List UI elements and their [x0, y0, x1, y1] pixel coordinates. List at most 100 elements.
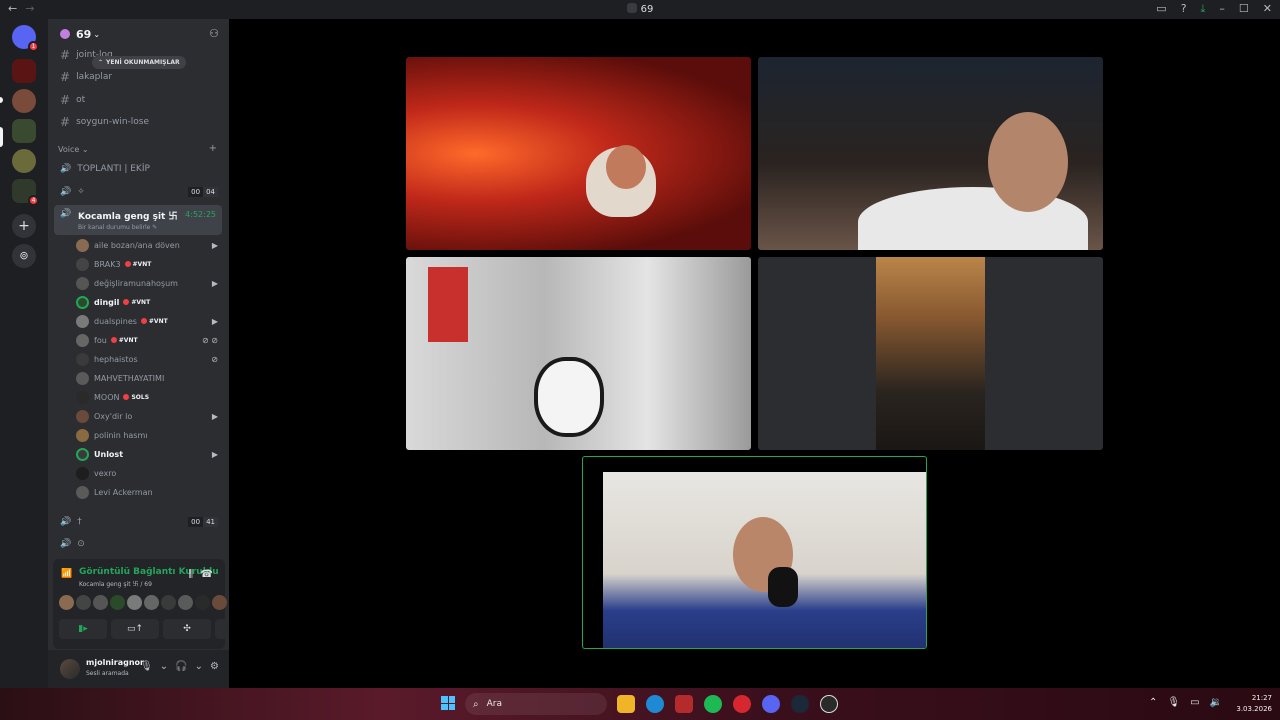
volume-icon[interactable]: 🔉: [1210, 697, 1222, 708]
server-folder-icon[interactable]: 4: [12, 179, 39, 206]
taskbar-search[interactable]: ⌕ Ara: [465, 693, 607, 715]
voice-member[interactable]: BRAK3 #VNT: [76, 255, 222, 274]
channel-status[interactable]: Bir kanal durumu belirle ✎: [78, 224, 157, 231]
minimize-icon[interactable]: –: [1219, 2, 1225, 16]
avatar[interactable]: [212, 595, 227, 610]
camera-button[interactable]: ▮▸: [59, 619, 107, 639]
avatar[interactable]: [127, 595, 142, 610]
avatar[interactable]: [93, 595, 108, 610]
voice-channel[interactable]: 🔊 † 00 41: [54, 512, 222, 532]
voice-member[interactable]: fou #VNT ⊘ ⊘: [76, 331, 222, 350]
headphones-icon[interactable]: 🎧: [175, 661, 187, 672]
avatar[interactable]: [178, 595, 193, 610]
file-explorer-icon[interactable]: [617, 695, 635, 713]
member-name: MOON: [94, 393, 120, 402]
spotify-icon[interactable]: [704, 695, 722, 713]
chevron-down-icon[interactable]: ⌄: [195, 661, 203, 672]
avatar[interactable]: [110, 595, 125, 610]
add-server-icon[interactable]: +: [12, 214, 36, 238]
server-icon[interactable]: [12, 119, 36, 143]
video-icon: ▶: [211, 450, 218, 459]
opera-icon[interactable]: [733, 695, 751, 713]
clock-time: 21:27: [1251, 694, 1272, 702]
avatar[interactable]: [161, 595, 176, 610]
edge-icon[interactable]: [646, 695, 664, 713]
avatar[interactable]: [60, 659, 80, 679]
noise-suppression-icon[interactable]: ⫼: [188, 569, 193, 580]
app-icon[interactable]: [820, 695, 838, 713]
taskbar-clock[interactable]: 21:27 3.03.2026: [1236, 693, 1272, 715]
search-icon: ⌕: [473, 698, 479, 710]
video-tile[interactable]: [406, 257, 751, 450]
avatar[interactable]: [144, 595, 159, 610]
voice-category-label[interactable]: Voice ⌄: [58, 145, 89, 154]
voice-member[interactable]: MAHVETHAYATIMI: [76, 369, 222, 388]
download-icon[interactable]: ⤓: [1201, 2, 1206, 16]
guild-tag: #VNT: [141, 318, 168, 325]
server-icon[interactable]: [12, 59, 36, 83]
invite-people-icon[interactable]: ⚇: [209, 27, 219, 40]
connection-channel[interactable]: Kocamla geng şit 卐 / 69: [79, 579, 152, 588]
screen-share-button[interactable]: ▭↑: [111, 619, 159, 639]
voice-member[interactable]: hephaistos ⊘: [76, 350, 222, 369]
user-count: 00 04: [188, 187, 218, 197]
voice-member[interactable]: dualspines #VNT ▶: [76, 312, 222, 331]
close-icon[interactable]: ✕: [1263, 2, 1272, 16]
avatar[interactable]: [76, 595, 91, 610]
voice-member[interactable]: vexro: [76, 464, 222, 483]
voice-member[interactable]: Unlost ▶: [76, 445, 222, 464]
discord-home-icon[interactable]: 1: [12, 25, 39, 52]
voice-member[interactable]: MOON SOLS: [76, 388, 222, 407]
speaker-icon: 🔊: [60, 539, 72, 549]
username[interactable]: mjolniragnor: [86, 658, 144, 667]
active-voice-channel[interactable]: 🔊 Kocamla geng şit 卐 4:52:25 Bir kanal d…: [54, 205, 222, 235]
microphone-icon[interactable]: 🎙: [140, 661, 153, 672]
taskbar-apps: [617, 695, 838, 713]
inbox-icon[interactable]: ▭: [1156, 2, 1166, 16]
server-icon[interactable]: [12, 89, 36, 113]
participant-video: [534, 357, 604, 437]
video-tile-speaking[interactable]: [582, 456, 927, 649]
activities-button[interactable]: ✣: [163, 619, 211, 639]
voice-channel[interactable]: 🔊 ⊙: [54, 534, 222, 554]
disconnect-icon[interactable]: ☎: [201, 569, 213, 580]
discord-icon[interactable]: [762, 695, 780, 713]
create-channel-icon[interactable]: +: [209, 143, 217, 154]
app-icon[interactable]: [675, 695, 693, 713]
voice-member[interactable]: polinin hasmı: [76, 426, 222, 445]
voice-member[interactable]: Levi Ackerman: [76, 483, 222, 502]
microphone-icon[interactable]: 🎙: [1167, 697, 1180, 708]
gear-icon[interactable]: ⚙: [210, 661, 219, 672]
server-icon[interactable]: [12, 149, 36, 173]
voice-member[interactable]: Oxy'dir lo ▶: [76, 407, 222, 426]
help-icon[interactable]: ?: [1181, 2, 1187, 16]
chevron-down-icon: ⌄: [93, 29, 101, 39]
voice-channel[interactable]: 🔊 ✧ 00 04: [54, 182, 222, 202]
text-channel[interactable]: # lakaplar: [54, 67, 222, 87]
avatar[interactable]: [195, 595, 210, 610]
avatar[interactable]: [59, 595, 74, 610]
connection-status[interactable]: Görüntülü Bağlantı Kuruldu: [79, 567, 219, 577]
text-channel[interactable]: # soygun-win-lose: [54, 112, 222, 132]
user-count-limit: 04: [203, 187, 218, 197]
voice-member[interactable]: aile bozan/ana döven ▶: [76, 236, 222, 255]
voice-channel[interactable]: 🔊 TOPLANTI | EKİP: [54, 159, 222, 179]
discover-icon[interactable]: ⊚: [12, 244, 36, 268]
avatar: [76, 486, 89, 499]
maximize-icon[interactable]: ☐: [1239, 2, 1249, 16]
signal-icon[interactable]: 📶: [61, 569, 72, 579]
voice-member[interactable]: değişliramunahoşum ▶: [76, 274, 222, 293]
video-tile[interactable]: [758, 257, 1103, 450]
avatar: [76, 334, 89, 347]
video-tile[interactable]: [406, 57, 751, 250]
voice-member[interactable]: dingil #VNT: [76, 293, 222, 312]
chevron-up-icon[interactable]: ⌃: [1149, 697, 1157, 708]
channel-name: ot: [76, 95, 86, 105]
network-icon[interactable]: ▭: [1190, 697, 1199, 708]
steam-icon[interactable]: [791, 695, 809, 713]
chevron-down-icon[interactable]: ⌄: [160, 661, 168, 672]
channel-name: Kocamla geng şit 卐: [78, 212, 178, 222]
windows-start-icon[interactable]: [441, 696, 455, 710]
text-channel[interactable]: # ot: [54, 90, 222, 110]
video-tile[interactable]: [758, 57, 1103, 250]
